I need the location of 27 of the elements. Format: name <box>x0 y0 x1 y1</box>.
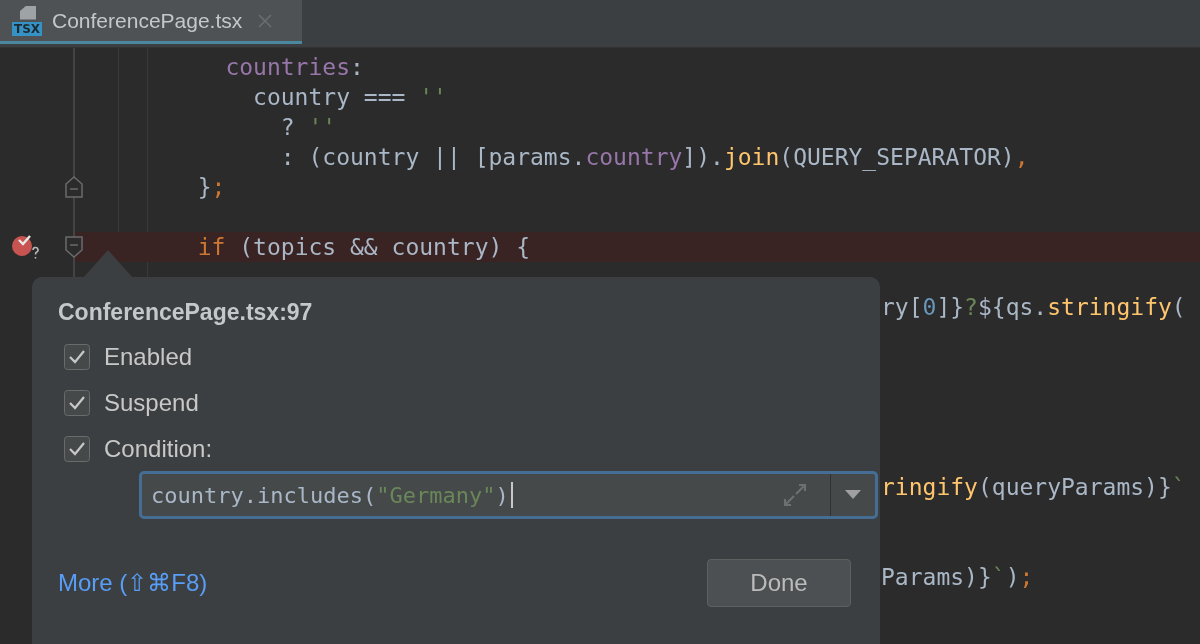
breakpoint-icon[interactable] <box>11 233 41 261</box>
tsx-file-icon: TSX <box>12 5 44 36</box>
tab-title: ConferencePage.tsx <box>52 8 243 33</box>
code-line: ry[0]}?${qs.stringify( <box>881 294 1186 320</box>
popup-title: ConferencePage.tsx:97 <box>58 299 314 327</box>
code-line: if (topics && country) { <box>197 234 531 260</box>
code-line: : (country || [params.country]).join(QUERY_SEPARATOR), <box>280 144 1029 170</box>
condition-field[interactable]: country.includes("Germany") <box>139 471 878 519</box>
code-line: }; <box>197 174 226 200</box>
code-line: ringify(queryParams)}` <box>881 474 1186 500</box>
dropdown-arrow-icon[interactable] <box>845 490 861 500</box>
more-link[interactable]: More (⇧⌘F8) <box>58 569 208 597</box>
fold-marker-icon[interactable] <box>65 176 83 198</box>
checkbox[interactable] <box>64 390 90 416</box>
file-tab[interactable]: TSX ConferencePage.tsx <box>0 0 302 44</box>
code-line: country === '' <box>253 84 447 110</box>
option-label: Condition: <box>104 435 213 463</box>
done-button[interactable]: Done <box>707 559 851 607</box>
option-label: Enabled <box>104 343 193 371</box>
code-line: Params)}`); <box>881 564 1034 590</box>
code-line: countries: <box>225 54 364 80</box>
checkbox[interactable] <box>64 344 90 370</box>
option-label: Suspend <box>104 389 199 417</box>
checkbox[interactable] <box>64 436 90 462</box>
code-line: ? '' <box>280 114 337 140</box>
expand-icon[interactable] <box>782 482 808 508</box>
fold-marker-icon[interactable] <box>65 236 83 258</box>
